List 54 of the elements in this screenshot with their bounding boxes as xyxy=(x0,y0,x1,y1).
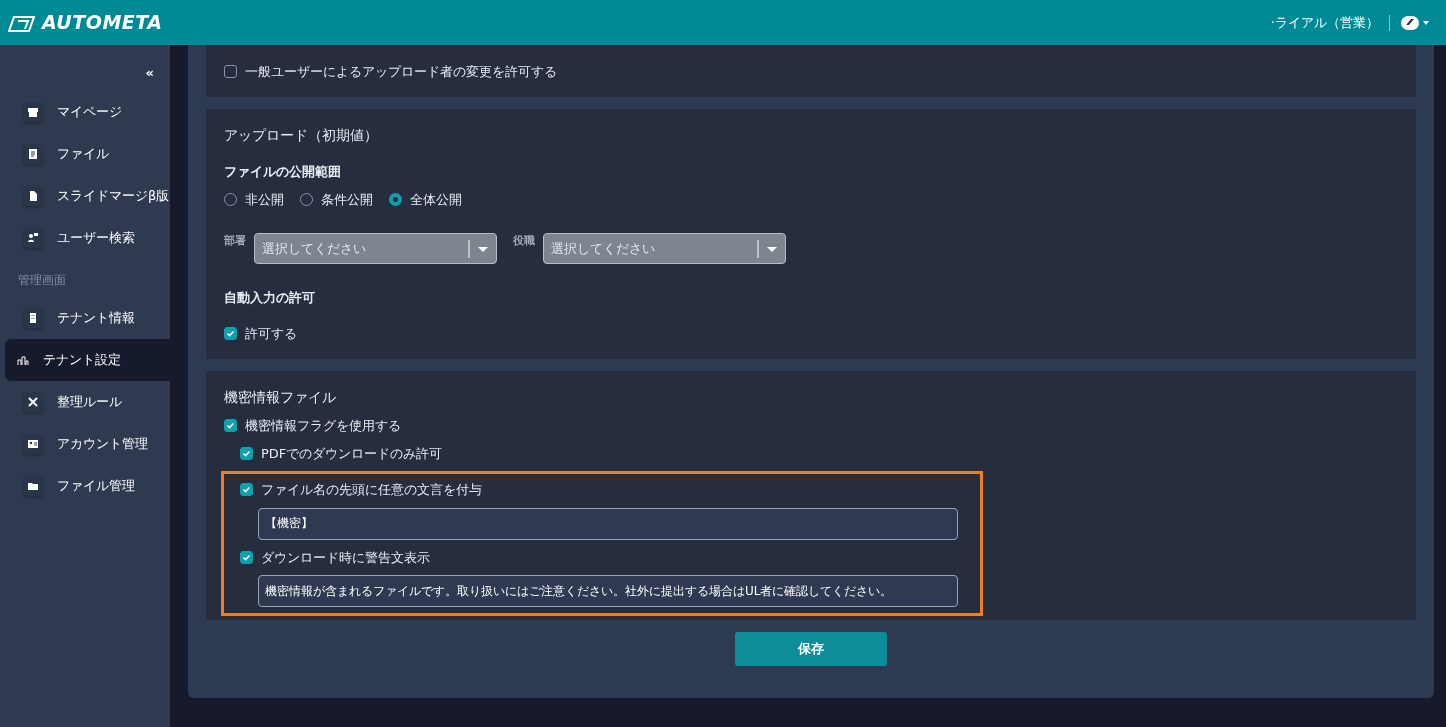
check-icon xyxy=(242,448,251,458)
store-icon xyxy=(27,105,39,118)
document-icon xyxy=(27,147,39,160)
avatar-dropdown-icon[interactable] xyxy=(1400,15,1430,32)
sidebar-item[interactable]: ファイル xyxy=(5,132,170,175)
save-button[interactable]: 保存 xyxy=(735,632,887,666)
checkbox[interactable] xyxy=(240,446,253,460)
field-label: 自動入力の許可 xyxy=(224,289,316,307)
checkbox[interactable] xyxy=(224,65,237,79)
text-input-field[interactable]: 【機密】 xyxy=(258,507,958,540)
radio-label: 非公開 xyxy=(245,190,284,209)
radio-button[interactable] xyxy=(389,192,402,206)
radio-label: 条件公開 xyxy=(321,190,373,209)
checkbox-label: ファイル名の先頭に任意の文言を付与 xyxy=(261,481,482,499)
sidebar-item[interactable]: スライドマージβ版 xyxy=(5,174,170,217)
sidebar-item[interactable]: ユーザー検索 xyxy=(5,216,170,259)
sidebar-item[interactable]: ファイル管理 xyxy=(5,464,170,507)
text-input-field[interactable]: 機密情報が含まれるファイルです。取り扱いにはご注意ください。社外に提出する場合はUL者に確認してください。 xyxy=(258,575,958,607)
id-card-icon xyxy=(27,437,39,450)
building-icon xyxy=(27,311,39,324)
check-icon xyxy=(242,485,251,495)
sidebar-item[interactable]: テナント情報 xyxy=(5,296,170,339)
brand-name: AUTOMETA xyxy=(42,10,163,36)
select-label: 役職 xyxy=(513,233,535,249)
collapse-sidebar-button[interactable]: « xyxy=(145,63,154,83)
checkbox[interactable] xyxy=(240,550,253,564)
checkbox-label: 許可する xyxy=(245,324,297,343)
check-icon xyxy=(226,421,235,431)
select-label: 部署 xyxy=(224,233,246,249)
select-field: 選択してください xyxy=(543,233,786,264)
user-name[interactable]: ·ライアル（営業） xyxy=(1270,12,1379,33)
checkbox[interactable] xyxy=(224,419,237,433)
select-field: 選択してください xyxy=(254,233,497,264)
file-icon xyxy=(27,189,39,202)
sidebar-item[interactable]: アカウント管理 xyxy=(5,422,170,465)
check-icon xyxy=(242,552,251,562)
sidebar-item[interactable]: 整理ルール xyxy=(5,380,170,423)
checkbox-label: 機密情報フラグを使用する xyxy=(245,417,401,435)
sidebar-item[interactable]: テナント設定 xyxy=(5,338,170,381)
checkbox[interactable] xyxy=(224,326,237,340)
sidebar-section-label: 管理画面 xyxy=(17,271,67,289)
check-icon xyxy=(226,328,235,338)
checkbox-label: ダウンロード時に警告文表示 xyxy=(261,548,430,567)
section-title: アップロード（初期値） xyxy=(224,126,379,145)
checkbox[interactable] xyxy=(240,483,253,497)
user-icon xyxy=(27,231,39,244)
tools-icon xyxy=(27,395,39,408)
field-label: ファイルの公開範囲 xyxy=(224,163,342,181)
checkbox-label: 一般ユーザーによるアップロード者の変更を許可する xyxy=(245,63,557,81)
bar-chart-icon xyxy=(17,354,29,367)
sidebar-item[interactable]: マイページ xyxy=(5,90,170,133)
radio-label: 全体公開 xyxy=(410,190,462,209)
checkbox-label: PDFでのダウンロードのみ許可 xyxy=(261,444,443,463)
section-title: 機密情報ファイル xyxy=(224,388,337,407)
